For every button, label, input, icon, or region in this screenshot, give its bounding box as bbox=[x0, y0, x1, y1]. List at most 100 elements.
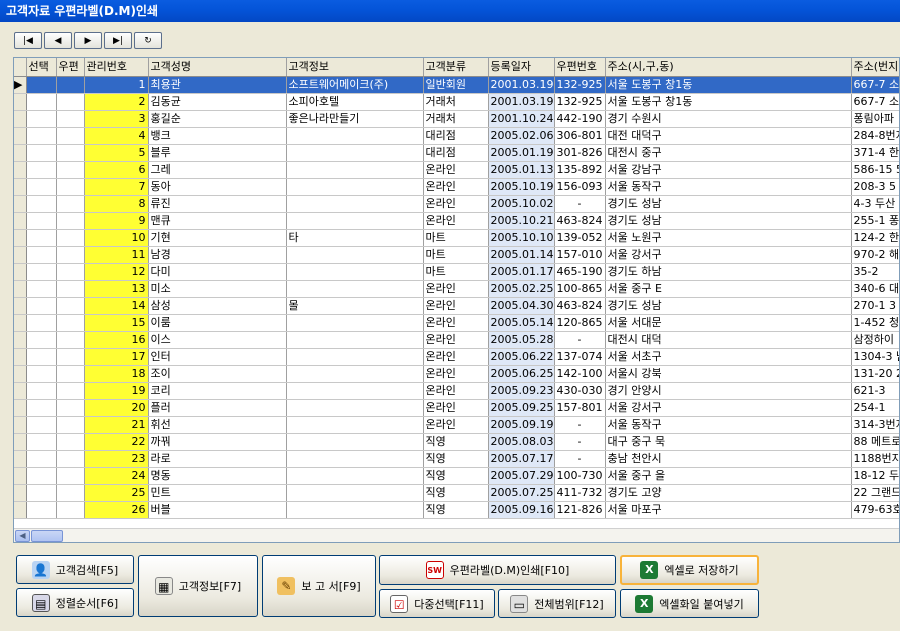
row-indicator[interactable] bbox=[14, 212, 27, 230]
cell-name[interactable]: 미소 bbox=[148, 280, 287, 298]
cell-postal-flag[interactable] bbox=[56, 433, 85, 451]
cell-reg-date[interactable]: 2005.07.17 bbox=[488, 450, 555, 468]
cell-postal-flag[interactable] bbox=[56, 280, 85, 298]
cell-zipcode[interactable]: - bbox=[554, 416, 606, 434]
cell-manage-no[interactable]: 25 bbox=[84, 484, 149, 502]
cell-address[interactable]: 대전시 중구 bbox=[605, 144, 852, 162]
cell-address-detail[interactable]: 270-1 3 bbox=[851, 297, 899, 315]
col-header-info[interactable]: 고객정보 bbox=[286, 58, 424, 77]
cell-select[interactable] bbox=[26, 195, 57, 213]
cell-reg-date[interactable]: 2005.04.30 bbox=[488, 297, 555, 315]
cell-reg-date[interactable]: 2005.09.25 bbox=[488, 399, 555, 417]
table-row[interactable]: 8 류진 온라인 2005.10.02- 경기도 성남 4-3 두산 bbox=[14, 195, 899, 213]
cell-manage-no[interactable]: 4 bbox=[84, 127, 149, 145]
cell-category[interactable]: 온라인 bbox=[423, 365, 489, 383]
table-row[interactable]: 7 동아 온라인 2005.10.19 156-093 서울 동작구 208-3 5 bbox=[14, 178, 899, 196]
cell-reg-date[interactable]: 2005.10.02 bbox=[488, 195, 555, 213]
cell-select[interactable] bbox=[26, 127, 57, 145]
cell-zipcode[interactable]: 463-824 bbox=[554, 212, 606, 230]
cell-zipcode[interactable]: - bbox=[554, 195, 606, 213]
cell-info[interactable] bbox=[286, 195, 424, 213]
cell-reg-date[interactable]: 2005.07.29 bbox=[488, 467, 555, 485]
cell-address-detail[interactable]: 667-7 소 bbox=[851, 76, 899, 94]
cell-reg-date[interactable]: 2005.10.10 bbox=[488, 229, 555, 247]
cell-info[interactable] bbox=[286, 246, 424, 264]
table-row[interactable]: 10 기현 타 마트 2005.10.10 139-052 서울 노원구 124-2 한 bbox=[14, 229, 899, 247]
cell-category[interactable]: 온라인 bbox=[423, 178, 489, 196]
col-header-address[interactable]: 주소(시,구,동) bbox=[605, 58, 852, 77]
cell-manage-no[interactable]: 14 bbox=[84, 297, 149, 315]
cell-address-detail[interactable]: 1188번지 bbox=[851, 450, 899, 468]
cell-category[interactable]: 마트 bbox=[423, 229, 489, 247]
cell-address-detail[interactable]: 621-3 bbox=[851, 382, 899, 400]
cell-info[interactable]: 좋은나라만들기 bbox=[286, 110, 424, 128]
cell-name[interactable]: 김동균 bbox=[148, 93, 287, 111]
cell-name[interactable]: 민트 bbox=[148, 484, 287, 502]
cell-select[interactable] bbox=[26, 110, 57, 128]
cell-reg-date[interactable]: 2001.03.19 bbox=[488, 76, 555, 94]
cell-select[interactable] bbox=[26, 161, 57, 179]
cell-category[interactable]: 거래처 bbox=[423, 93, 489, 111]
cell-reg-date[interactable]: 2005.06.22 bbox=[488, 348, 555, 366]
cell-address-detail[interactable]: 970-2 해 bbox=[851, 246, 899, 264]
cell-zipcode[interactable]: 156-093 bbox=[554, 178, 606, 196]
cell-select[interactable] bbox=[26, 76, 57, 94]
cell-address[interactable]: 서울 도봉구 창1동 bbox=[605, 93, 852, 111]
cell-postal-flag[interactable] bbox=[56, 416, 85, 434]
row-indicator[interactable] bbox=[14, 365, 27, 383]
cell-address[interactable]: 서울 마포구 bbox=[605, 501, 852, 519]
cell-info[interactable] bbox=[286, 365, 424, 383]
cell-info[interactable] bbox=[286, 416, 424, 434]
cell-name[interactable]: 휘선 bbox=[148, 416, 287, 434]
cell-address[interactable]: 서울 강서구 bbox=[605, 246, 852, 264]
cell-category[interactable]: 직영 bbox=[423, 433, 489, 451]
cell-address-detail[interactable]: 124-2 한 bbox=[851, 229, 899, 247]
row-indicator[interactable] bbox=[14, 501, 27, 519]
cell-manage-no[interactable]: 20 bbox=[84, 399, 149, 417]
cell-address[interactable]: 서울 중구 E bbox=[605, 280, 852, 298]
cell-info[interactable]: 몰 bbox=[286, 297, 424, 315]
cell-name[interactable]: 플러 bbox=[148, 399, 287, 417]
cell-manage-no[interactable]: 18 bbox=[84, 365, 149, 383]
cell-zipcode[interactable]: 463-824 bbox=[554, 297, 606, 315]
cell-manage-no[interactable]: 6 bbox=[84, 161, 149, 179]
cell-address-detail[interactable]: 667-7 소 bbox=[851, 93, 899, 111]
cell-select[interactable] bbox=[26, 93, 57, 111]
cell-category[interactable]: 마트 bbox=[423, 246, 489, 264]
row-indicator[interactable] bbox=[14, 484, 27, 502]
cell-name[interactable]: 남경 bbox=[148, 246, 287, 264]
col-header-select[interactable]: 선택 bbox=[26, 58, 57, 77]
cell-name[interactable]: 이룸 bbox=[148, 314, 287, 332]
cell-category[interactable]: 대리점 bbox=[423, 127, 489, 145]
cell-manage-no[interactable]: 12 bbox=[84, 263, 149, 281]
cell-address-detail[interactable]: 254-1 bbox=[851, 399, 899, 417]
cell-postal-flag[interactable] bbox=[56, 348, 85, 366]
cell-name[interactable]: 삼성 bbox=[148, 297, 287, 315]
cell-reg-date[interactable]: 2001.10.24 bbox=[488, 110, 555, 128]
cell-name[interactable]: 뱅크 bbox=[148, 127, 287, 145]
row-indicator[interactable] bbox=[14, 348, 27, 366]
cell-category[interactable]: 대리점 bbox=[423, 144, 489, 162]
cell-info[interactable]: 타 bbox=[286, 229, 424, 247]
cell-address[interactable]: 충남 천안시 bbox=[605, 450, 852, 468]
cell-manage-no[interactable]: 2 bbox=[84, 93, 149, 111]
cell-info[interactable] bbox=[286, 348, 424, 366]
cell-postal-flag[interactable] bbox=[56, 195, 85, 213]
cell-postal-flag[interactable] bbox=[56, 467, 85, 485]
table-row[interactable]: 13 미소 온라인 2005.02.25 100-865 서울 중구 E 340-6 대 bbox=[14, 280, 899, 298]
row-indicator[interactable] bbox=[14, 93, 27, 111]
cell-category[interactable]: 거래처 bbox=[423, 110, 489, 128]
customer-search-button[interactable]: 👤 고객검색[F5] bbox=[16, 555, 134, 584]
cell-reg-date[interactable]: 2005.09.16 bbox=[488, 501, 555, 519]
cell-address[interactable]: 경기도 고양 bbox=[605, 484, 852, 502]
cell-address-detail[interactable]: 340-6 대 bbox=[851, 280, 899, 298]
cell-address[interactable]: 서울 서초구 bbox=[605, 348, 852, 366]
refresh-button[interactable]: ↻ bbox=[134, 32, 162, 49]
cell-category[interactable]: 온라인 bbox=[423, 195, 489, 213]
cell-zipcode[interactable]: - bbox=[554, 450, 606, 468]
cell-category[interactable]: 마트 bbox=[423, 263, 489, 281]
cell-manage-no[interactable]: 8 bbox=[84, 195, 149, 213]
cell-info[interactable] bbox=[286, 161, 424, 179]
col-header-manage-no[interactable]: 관리번호 bbox=[84, 58, 149, 77]
cell-address[interactable]: 대전 대덕구 bbox=[605, 127, 852, 145]
